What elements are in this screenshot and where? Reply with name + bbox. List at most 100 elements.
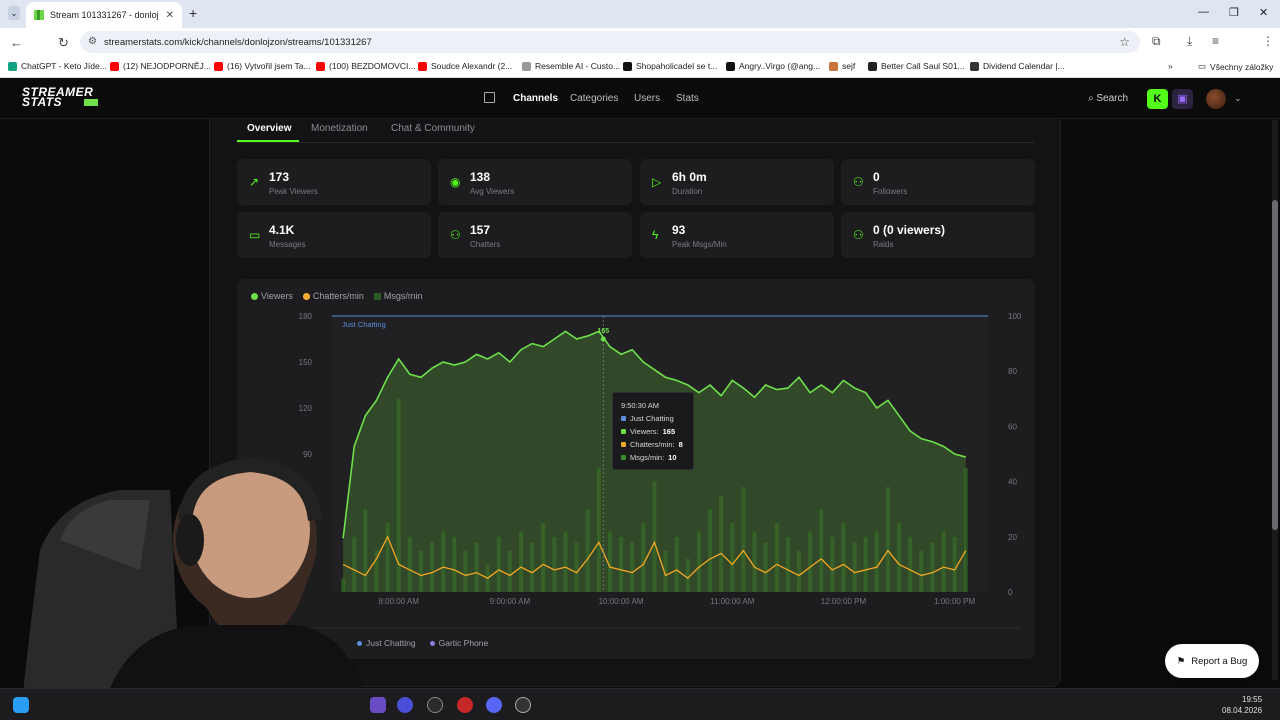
bookmark-label: (100) BEZDOMOVCI... [329, 61, 416, 71]
home-icon[interactable] [484, 92, 495, 103]
bookmark-favicon-icon [8, 61, 17, 71]
y-right-tick: 40 [1008, 478, 1017, 487]
window-close-icon[interactable]: ✕ [1259, 6, 1268, 19]
y-left-tick: 180 [299, 312, 313, 321]
stat-card: ▭ 4.1K Messages [237, 212, 431, 258]
tab-monetization[interactable]: Monetization [311, 123, 368, 134]
download-icon[interactable]: ⤓ [1187, 34, 1192, 49]
search-label: Search [1096, 93, 1129, 104]
bookmark-item[interactable]: Angry..Virgo (@ang... [726, 61, 820, 71]
stat-label: Peak Msgs/Min [672, 240, 727, 249]
bookmark-favicon-icon [726, 61, 735, 71]
nav-users[interactable]: Users [634, 93, 660, 104]
new-tab-plus-icon[interactable]: + [189, 5, 197, 21]
browser-tab-active[interactable]: Stream 101331267 - donlojzon ✕ [26, 2, 182, 28]
bookmark-item[interactable]: Dividend Calendar |... [970, 61, 1065, 71]
browser-tab-strip: ⌄ Stream 101331267 - donlojzon ✕ + — ❐ ✕ [0, 0, 1280, 28]
stat-value: 0 [873, 170, 880, 184]
bookmark-item[interactable]: Better Call Saul S01... [868, 61, 965, 71]
kick-platform-icon[interactable]: K [1147, 89, 1168, 109]
y-right-tick: 60 [1008, 422, 1017, 431]
category-gartic-phone-label: Gartic Phone [438, 638, 489, 648]
stat-label: Duration [672, 187, 703, 196]
play-icon: ▷ [652, 175, 662, 189]
tooltip-category: Just Chatting [630, 414, 674, 423]
message-icon: ▭ [249, 228, 261, 242]
search-button[interactable]: ⌕ Search [1088, 93, 1128, 104]
reload-icon[interactable]: ↻ [58, 35, 69, 51]
stat-card: ⚇ 157 Chatters [438, 212, 632, 258]
bookmark-item[interactable]: (16) Vytvořil jsem Ta... [214, 61, 311, 71]
category-gartic-phone[interactable]: Gartic Phone [429, 638, 489, 648]
stat-label: Peak Viewers [269, 187, 318, 196]
teams-icon[interactable] [370, 697, 386, 713]
category-legend: Just Chatting Gartic Phone [357, 638, 488, 648]
bookmark-label: Angry..Virgo (@ang... [739, 61, 821, 71]
user-plus-icon: ⚇ [853, 175, 864, 189]
twitch-platform-icon[interactable]: ▣ [1172, 89, 1193, 109]
y-left-tick: 120 [299, 404, 313, 413]
url-text: streamerstats.com/kick/channels/donlojzo… [104, 36, 372, 48]
site-info-icon[interactable]: ⚙ [88, 36, 97, 47]
category-just-chatting[interactable]: Just Chatting [357, 638, 416, 648]
stat-value: 93 [672, 223, 686, 237]
maximize-icon[interactable]: ❐ [1229, 6, 1239, 19]
bookmark-label: Resemble AI - Custo... [535, 61, 621, 71]
bookmark-star-icon[interactable]: ☆ [1119, 35, 1130, 49]
all-bookmarks-folder[interactable]: ▭ Všechny záložky [1198, 61, 1273, 72]
tooltip-chatters-label: Chatters/min: [630, 440, 675, 449]
tab-close-icon[interactable]: ✕ [166, 10, 174, 21]
tab-search-chevron-icon[interactable]: ⌄ [8, 6, 20, 20]
bookmark-label: (12) NEJODPORNĚJ... [123, 61, 211, 71]
stat-label: Avg Viewers [470, 187, 515, 196]
bookmarks-more-icon[interactable]: » [1168, 61, 1173, 71]
stat-card: ⚇ 0 Followers [841, 159, 1035, 205]
windows-taskbar: 19:55 08.04.2026 [0, 688, 1280, 720]
bookmark-label: Shopaholicadel se t... [636, 61, 718, 71]
stat-value: 0 (0 viewers) [873, 223, 946, 237]
active-tab-underline [237, 140, 299, 142]
start-windows-icon[interactable] [13, 697, 29, 713]
clock-date: 08.04.2026 [1222, 706, 1263, 715]
page-scrollbar-thumb[interactable] [1272, 200, 1278, 530]
user-avatar[interactable] [1206, 89, 1226, 109]
discord-icon[interactable] [486, 697, 502, 713]
bookmark-favicon-icon [316, 61, 325, 71]
chevron-down-icon[interactable]: ⌄ [1234, 93, 1242, 104]
app-icon[interactable] [397, 697, 413, 713]
site-header: STREAMER STATS Channels Categories Users… [0, 79, 1280, 119]
back-arrow-icon[interactable]: ← [10, 35, 23, 50]
bookmark-item[interactable]: (12) NEJODPORNĚJ... [110, 61, 211, 71]
bookmark-item[interactable]: (100) BEZDOMOVCI... [316, 61, 415, 71]
bookmark-label: Better Call Saul S01... [881, 61, 965, 71]
extensions-icon[interactable]: ⧉ [1152, 34, 1161, 49]
streamerstats-logo[interactable]: STREAMER STATS [22, 86, 98, 108]
search-icon: ⌕ [1088, 93, 1094, 104]
bookmark-item[interactable]: Soudce Alexandr (2... [418, 61, 512, 71]
bookmark-item[interactable]: sejf [829, 61, 855, 71]
app-circle-icon[interactable] [515, 697, 531, 713]
app-red-icon[interactable] [457, 697, 473, 713]
nav-stats[interactable]: Stats [676, 93, 699, 104]
menu-kebab-icon[interactable]: ⋮ [1262, 34, 1274, 48]
bookmark-item[interactable]: Shopaholicadel se t... [623, 61, 717, 71]
minimize-icon[interactable]: — [1198, 6, 1209, 18]
tooltip-msgs-value: 10 [668, 453, 677, 462]
nav-categories[interactable]: Categories [570, 93, 618, 104]
bookmark-favicon-icon [418, 61, 427, 71]
tab-title: Stream 101331267 - donlojzon [50, 10, 158, 20]
report-bug-button[interactable]: ⚑ Report a Bug [1165, 644, 1259, 678]
bookmark-item[interactable]: Resemble AI - Custo... [522, 61, 620, 71]
bookmark-label: (16) Vytvořil jsem Ta... [227, 61, 311, 71]
tab-overview[interactable]: Overview [247, 123, 291, 134]
y-right-tick: 100 [1008, 312, 1022, 321]
nav-channels[interactable]: Channels [513, 93, 558, 104]
bookmark-item[interactable]: ChatGPT - Keto Jíde... [8, 61, 107, 71]
system-clock[interactable]: 19:55 08.04.2026 [1222, 694, 1262, 716]
eye-icon: ◉ [450, 175, 461, 189]
stat-label: Followers [873, 187, 908, 196]
reading-list-icon[interactable]: ≡ [1212, 34, 1219, 48]
wordpress-icon[interactable] [427, 697, 443, 713]
url-input[interactable]: ⚙ streamerstats.com/kick/channels/donloj… [80, 31, 1140, 53]
tab-chat-community[interactable]: Chat & Community [391, 123, 475, 134]
